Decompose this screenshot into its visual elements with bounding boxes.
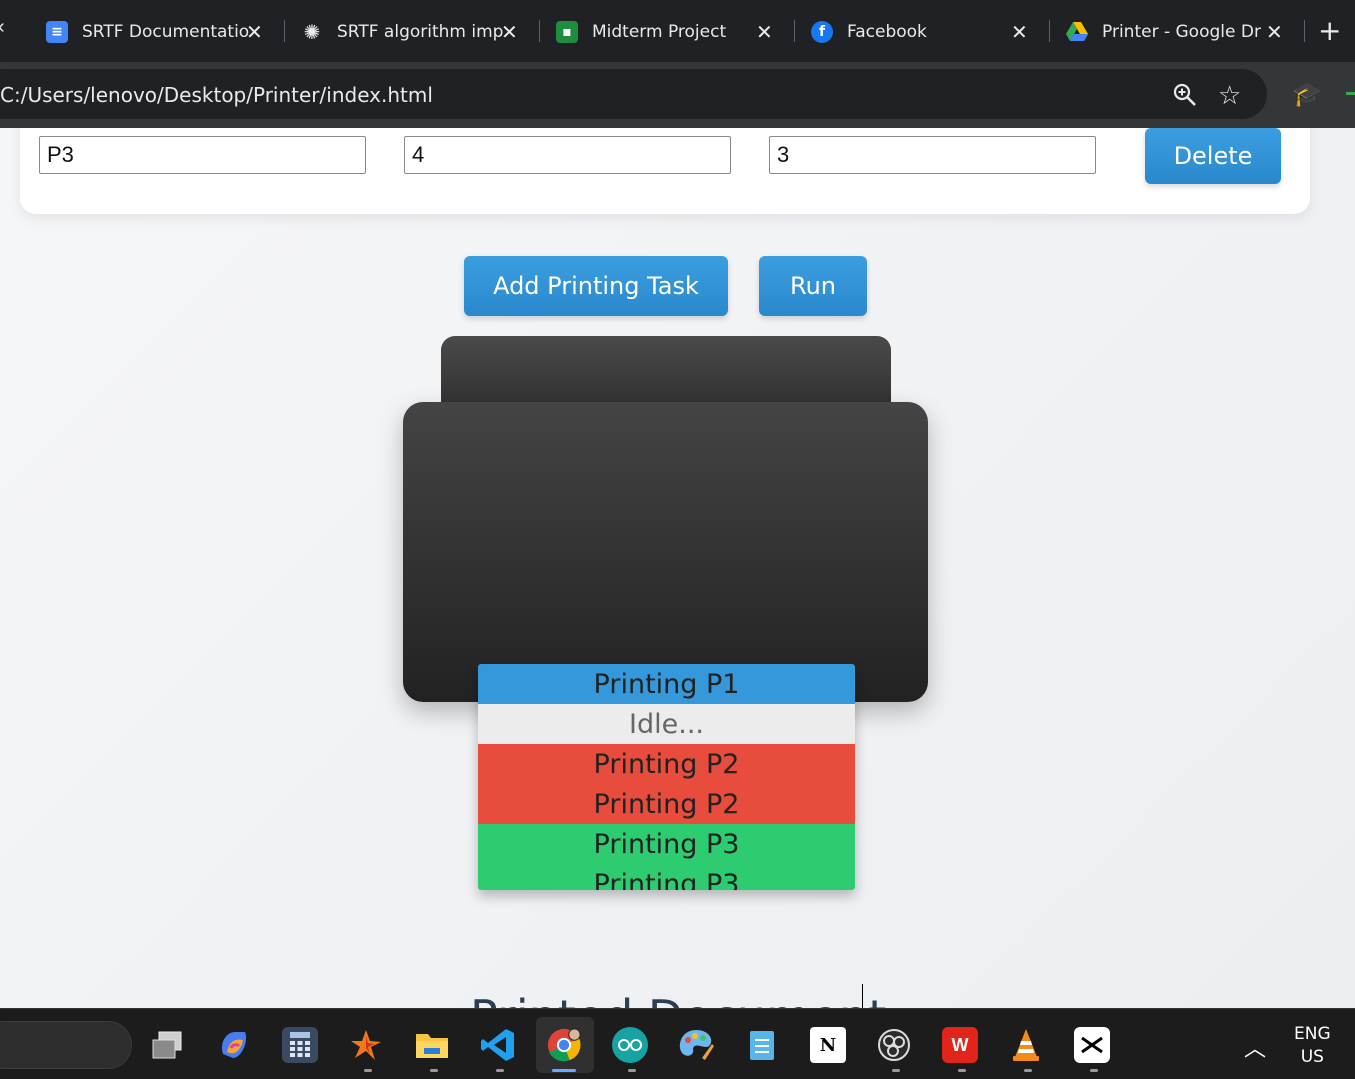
running-indicator xyxy=(364,1069,372,1072)
capcut-icon[interactable] xyxy=(1074,1027,1110,1063)
paper-row: Printing P3 xyxy=(478,824,855,864)
google-docs-icon: ≡ xyxy=(46,21,68,43)
java-icon[interactable] xyxy=(348,1027,384,1063)
arrival-time-input[interactable]: 4 xyxy=(404,136,731,174)
tab-label: SRTF Documentatio xyxy=(82,22,250,42)
google-classroom-icon: ▪ xyxy=(556,21,578,43)
task-card: P3 4 3 Delete xyxy=(20,128,1310,214)
close-tab-icon[interactable]: ✕ xyxy=(1011,20,1028,44)
keyboard-layout: US xyxy=(1300,1047,1324,1067)
tab-label: Midterm Project xyxy=(592,22,727,42)
run-button[interactable]: Run xyxy=(759,256,867,316)
url-text[interactable]: C:/Users/lenovo/Desktop/Printer/index.ht… xyxy=(0,83,433,107)
tab-srtf-docs[interactable]: ≡ SRTF Documentatio ✕ xyxy=(46,12,263,52)
wps-icon[interactable]: W xyxy=(942,1027,978,1063)
extension-icon[interactable]: 🎓 xyxy=(1292,80,1322,109)
obs-icon[interactable] xyxy=(876,1027,912,1063)
tab-divider xyxy=(1049,20,1050,42)
close-tab-icon[interactable]: ✕ xyxy=(246,20,263,44)
tab-midterm-project[interactable]: ▪ Midterm Project ✕ xyxy=(556,12,773,52)
close-tab-icon[interactable]: ✕ xyxy=(501,20,518,44)
burst-time-input[interactable]: 3 xyxy=(769,136,1096,174)
language-indicator[interactable]: ENG US xyxy=(1294,1023,1331,1069)
paper-row: Printing P2 xyxy=(478,744,855,784)
running-indicator xyxy=(892,1069,900,1072)
chatgpt-icon: ✺ xyxy=(303,20,321,44)
tab-label: SRTF algorithm imp xyxy=(337,22,504,42)
paper-row: Idle... xyxy=(478,704,855,744)
toolbar: C:/Users/lenovo/Desktop/Printer/index.ht… xyxy=(0,62,1355,128)
running-indicator xyxy=(430,1069,438,1072)
copilot-icon[interactable] xyxy=(216,1027,252,1063)
paper-row: Printing P2 xyxy=(478,784,855,824)
extension-indicator xyxy=(1346,92,1355,95)
paint-icon[interactable] xyxy=(678,1027,714,1063)
new-tab-button[interactable]: + xyxy=(1318,14,1341,47)
notion-icon[interactable]: N xyxy=(810,1027,846,1063)
active-indicator xyxy=(552,1069,576,1072)
tab-google-drive[interactable]: Printer - Google Dr ✕ xyxy=(1066,12,1283,52)
tab-divider xyxy=(794,20,795,42)
close-tab-icon[interactable]: ✕ xyxy=(1266,20,1283,44)
zoom-icon[interactable] xyxy=(1172,82,1198,108)
tab-label: Facebook xyxy=(847,22,927,42)
task-view-icon[interactable] xyxy=(150,1027,186,1063)
tab-divider xyxy=(284,20,285,42)
notepad-icon[interactable] xyxy=(744,1027,780,1063)
process-name-input[interactable]: P3 xyxy=(39,136,366,174)
page-viewport: P3 4 3 Delete Add Printing Task Run Prin… xyxy=(0,128,1355,1008)
tab-divider xyxy=(539,20,540,42)
vlc-icon[interactable] xyxy=(1008,1027,1044,1063)
running-indicator xyxy=(1024,1069,1032,1072)
bookmark-star-icon[interactable]: ☆ xyxy=(1218,80,1241,111)
printer-body xyxy=(403,402,928,702)
paper-row: Printing P3 xyxy=(478,864,855,890)
vscode-icon[interactable] xyxy=(480,1027,516,1063)
printer-paper-output: Printing P1 Idle... Printing P2 Printing… xyxy=(478,664,855,890)
running-indicator xyxy=(1090,1069,1098,1072)
running-indicator xyxy=(496,1069,504,1072)
file-explorer-icon[interactable] xyxy=(414,1027,450,1063)
close-tab-icon[interactable]: ✕ xyxy=(756,20,773,44)
tab-strip: ‹ ≡ SRTF Documentatio ✕ ✺ SRTF algorithm… xyxy=(0,0,1355,62)
language-code: ENG xyxy=(1294,1024,1331,1044)
tab-srtf-chatgpt[interactable]: ✺ SRTF algorithm imp ✕ xyxy=(301,12,518,52)
text-cursor xyxy=(862,984,863,1008)
tab-label: Printer - Google Dr xyxy=(1102,22,1261,42)
tab-facebook[interactable]: f Facebook ✕ xyxy=(811,12,1028,52)
taskbar-search[interactable] xyxy=(0,1021,132,1069)
running-indicator xyxy=(958,1069,966,1072)
chrome-icon[interactable] xyxy=(546,1027,582,1063)
windows-taskbar: N W ︿ ENG US xyxy=(0,1008,1355,1079)
delete-button[interactable]: Delete xyxy=(1145,128,1281,184)
add-printing-task-button[interactable]: Add Printing Task xyxy=(464,256,728,316)
tab-scroll-left-icon[interactable]: ‹ xyxy=(0,16,5,39)
running-indicator xyxy=(628,1069,636,1072)
tab-divider xyxy=(1304,20,1305,42)
facebook-icon: f xyxy=(811,21,833,43)
paper-row: Printing P1 xyxy=(478,664,855,704)
calculator-icon[interactable] xyxy=(282,1027,318,1063)
arduino-icon[interactable] xyxy=(612,1027,648,1063)
google-drive-icon xyxy=(1066,21,1088,43)
show-hidden-icons-icon[interactable]: ︿ xyxy=(1244,1031,1266,1063)
printed-document-heading: Printed Document xyxy=(470,990,886,1008)
